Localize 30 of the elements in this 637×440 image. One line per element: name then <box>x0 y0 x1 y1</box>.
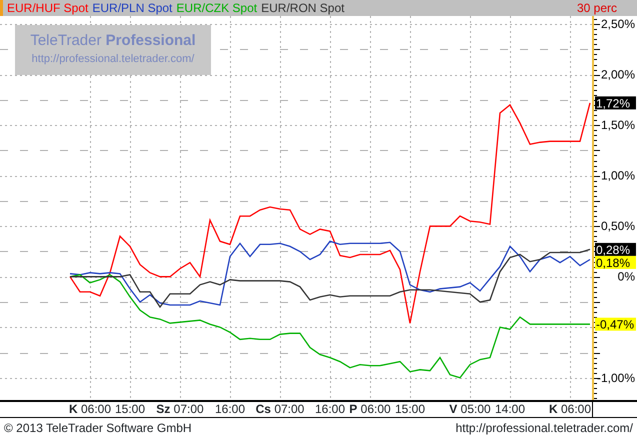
website-url: http://professional.teletrader.com/ <box>456 420 633 437</box>
legend-item: EUR/CZK Spot <box>176 0 258 16</box>
copyright-text: © 2013 TeleTrader Software GmbH <box>4 420 192 437</box>
axis-label: Sz 07:00 <box>156 402 204 417</box>
value-tag: 0,18% <box>595 256 636 270</box>
value-tag: -0,47% <box>595 318 636 332</box>
logo-watermark: TeleTrader Professional http://professional.teletrader.com/ <box>15 25 211 75</box>
axis-label: 2,50% <box>600 17 635 32</box>
axis-label: 1,50% <box>600 118 635 132</box>
axis-label: Cs 07:00 <box>256 402 304 417</box>
axis-label: V 05:00 <box>449 402 491 417</box>
axis-label: K 06:00 <box>548 402 592 417</box>
axis-label: P 06:00 <box>349 402 391 417</box>
axis-label: 0% <box>618 270 635 284</box>
value-tag: 0,28% <box>595 242 636 257</box>
legend-item: EUR/RON Spot <box>261 0 344 16</box>
legend-item: EUR/HUF Spot <box>7 0 88 16</box>
axis-label: 2,00% <box>600 68 635 82</box>
axis-label: 16:00 <box>214 402 246 417</box>
axis-label: 15:00 <box>114 402 146 417</box>
value-tag: 1,72% <box>595 96 636 110</box>
period-label: 30 perc <box>576 0 618 16</box>
axis-label: 0,50% <box>600 219 635 234</box>
axis-label: 16:00 <box>314 402 346 417</box>
axis-label: -1,00% <box>596 370 635 385</box>
axis-label: 14:00 <box>494 402 526 417</box>
axis-label: 1,00% <box>600 168 635 183</box>
legend-item: EUR/PLN Spot <box>92 0 172 16</box>
axis-label: K 06:00 <box>68 402 112 417</box>
axis-label: 15:00 <box>394 402 426 417</box>
